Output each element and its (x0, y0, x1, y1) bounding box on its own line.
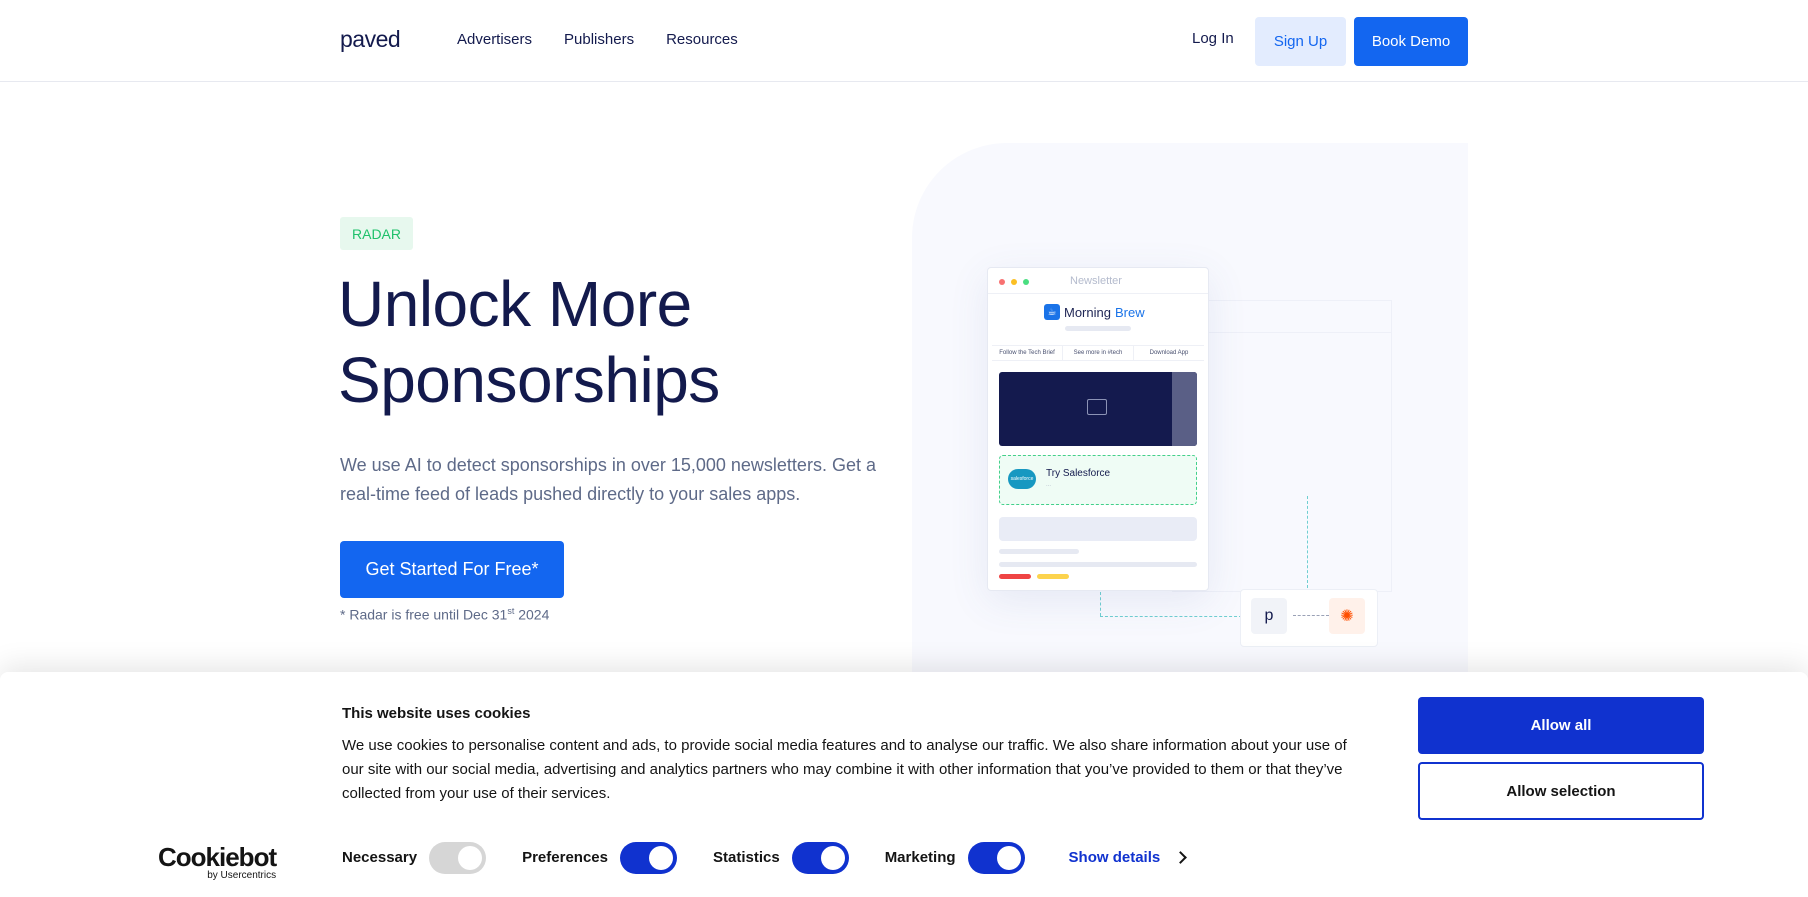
newsletter-link: See more in #tech (1063, 346, 1134, 360)
placeholder-block (999, 517, 1197, 541)
newsletter-image (999, 372, 1197, 446)
sponsor-sub: ... (1046, 482, 1052, 488)
hero-title-line1: Unlock More (338, 268, 692, 340)
preferences-toggle[interactable] (619, 841, 677, 874)
cookie-text: We use cookies to personalise content an… (342, 737, 1347, 802)
placeholder-tag (1037, 574, 1069, 579)
toggle-knob (996, 845, 1021, 870)
integration-connector (1293, 615, 1329, 616)
hero-description: We use AI to detect sponsorships in over… (340, 455, 876, 504)
integration-card: p ✺ (1240, 589, 1378, 647)
placeholder-tag (999, 574, 1031, 579)
image-icon (1087, 399, 1107, 415)
nav-resources[interactable]: Resources (666, 31, 738, 48)
sponsor-label: Try Salesforce (1046, 468, 1111, 479)
paved-logo[interactable]: paved (340, 26, 401, 53)
morning-brew-word2: Brew (1114, 304, 1145, 320)
chevron-right-icon (1174, 851, 1188, 864)
get-started-button[interactable]: Get Started For Free* (340, 541, 564, 598)
site-header: paved Advertisers Publishers Resources L… (0, 0, 1808, 82)
book-demo-button[interactable]: Book Demo (1354, 17, 1468, 66)
preferences-label: Preferences (522, 849, 608, 866)
radar-badge: RADAR (340, 217, 414, 250)
toggle-knob (648, 845, 673, 870)
paved-app-icon: p (1251, 598, 1287, 634)
morning-brew-logo: ☕ Morning Brew (1044, 304, 1145, 320)
newsletter-links: Follow the Tech Brief See more in #tech … (992, 345, 1204, 361)
cookiebot-logo: Cookiebot by Usercentrics (158, 842, 277, 881)
statistics-toggle[interactable] (791, 841, 849, 874)
login-link[interactable]: Log In (1192, 30, 1234, 47)
toggle-knob (820, 845, 845, 870)
hero-title: Unlock More Sponsorships (338, 266, 858, 418)
hero-note-suffix: 2024 (514, 606, 550, 623)
placeholder-line (1065, 326, 1131, 331)
allow-selection-button[interactable]: Allow selection (1418, 762, 1704, 820)
nav-advertisers[interactable]: Advertisers (457, 31, 532, 48)
signup-button[interactable]: Sign Up (1255, 17, 1346, 66)
image-shade (1172, 372, 1197, 446)
show-details-label: Show details (1068, 849, 1161, 866)
cookiebot-logo-text: Cookiebot (158, 842, 277, 872)
morning-brew-word1: Morning (1064, 304, 1111, 320)
morning-brew-icon: ☕ (1044, 304, 1060, 320)
hero-title-line2: Sponsorships (338, 344, 720, 416)
toggle-knob (458, 845, 483, 870)
necessary-label: Necessary (342, 849, 418, 866)
window-maximize-dot (1023, 279, 1029, 285)
window-close-dot (999, 279, 1005, 285)
window-minimize-dot (1011, 279, 1017, 285)
newsletter-link: Follow the Tech Brief (992, 346, 1063, 360)
cookiebot-logo-by: by Usercentrics (207, 870, 277, 881)
sponsor-block: salesforce Try Salesforce ... (999, 455, 1197, 505)
placeholder-line (999, 562, 1197, 567)
marketing-toggle[interactable] (967, 841, 1025, 874)
necessary-toggle (429, 841, 487, 874)
statistics-label: Statistics (712, 849, 780, 866)
newsletter-window-title: Newsletter (1070, 275, 1122, 287)
cookie-toggles: Necessary Preferences Statistics Marketi… (342, 841, 1188, 874)
newsletter-mockup: Newsletter ☕ Morning Brew Follow the Tec… (987, 267, 1209, 591)
hero-note-prefix: * Radar is free until Dec 31 (340, 606, 508, 623)
allow-all-button[interactable]: Allow all (1418, 697, 1704, 754)
connector-line (1100, 592, 1101, 616)
connector-line (1100, 616, 1242, 617)
newsletter-titlebar: Newsletter (988, 268, 1208, 294)
main-nav: Advertisers Publishers Resources (457, 31, 738, 48)
zapier-icon: ✺ (1329, 598, 1365, 634)
placeholder-line (999, 549, 1079, 554)
cookie-title: This website uses cookies (342, 705, 531, 722)
salesforce-logo: salesforce (1008, 469, 1036, 489)
marketing-label: Marketing (884, 849, 956, 866)
nav-publishers[interactable]: Publishers (564, 31, 634, 48)
show-details-link[interactable]: Show details (1068, 849, 1188, 866)
connector-line (1307, 496, 1308, 588)
newsletter-link: Download App (1149, 350, 1189, 356)
hero-note: * Radar is free until Dec 31st 2024 (340, 606, 549, 623)
